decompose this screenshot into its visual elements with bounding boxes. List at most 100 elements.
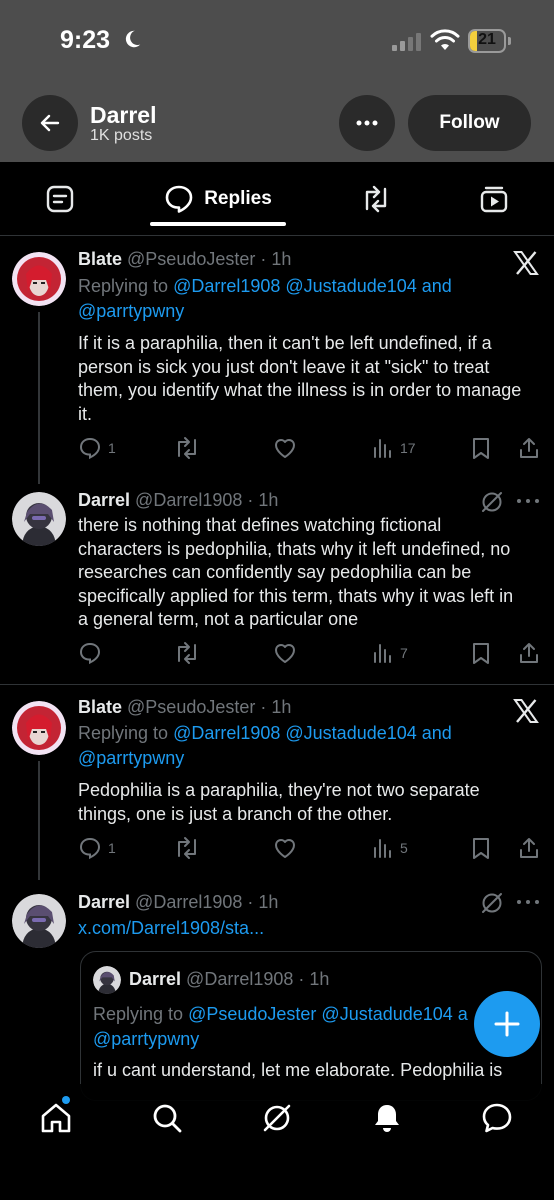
repost-button[interactable] bbox=[174, 836, 200, 860]
reply-mention[interactable]: @parrtypwny bbox=[78, 301, 184, 321]
author-name[interactable]: Darrel bbox=[78, 490, 130, 510]
compose-button[interactable] bbox=[474, 991, 540, 1057]
quote-reply-mentions[interactable]: @PseudoJester @Justadude104 a bbox=[188, 1004, 468, 1024]
post-header: Blate @PseudoJester · 1h bbox=[78, 249, 291, 270]
like-button[interactable] bbox=[273, 836, 297, 860]
tab-posts[interactable] bbox=[24, 162, 96, 236]
reply-mentions[interactable]: @Darrel1908 @Justadude104 and bbox=[173, 276, 452, 296]
tab-media[interactable] bbox=[458, 162, 530, 236]
post-header: Blate @PseudoJester · 1h bbox=[78, 697, 291, 718]
active-tab-indicator bbox=[150, 222, 286, 226]
grok-icon[interactable] bbox=[480, 891, 504, 915]
tab-replies-label: Replies bbox=[204, 188, 272, 209]
share-button[interactable] bbox=[517, 436, 541, 460]
post-actions: 1 17 bbox=[0, 436, 554, 460]
reply-mentions[interactable]: @Darrel1908 @Justadude104 and bbox=[173, 723, 452, 743]
bookmark-icon bbox=[473, 643, 489, 664]
reply-icon bbox=[79, 837, 101, 860]
moon-icon bbox=[125, 30, 141, 48]
replying-to: Replying to @Darrel1908 @Justadude104 an… bbox=[78, 723, 452, 768]
post-actions: 7 bbox=[0, 641, 554, 665]
like-button[interactable] bbox=[273, 436, 297, 460]
more-options-button[interactable] bbox=[339, 95, 395, 151]
nav-notifications[interactable] bbox=[367, 1098, 407, 1138]
quote-replying-to: Replying to @PseudoJester @Justadude104 … bbox=[93, 1004, 468, 1049]
follow-button[interactable]: Follow bbox=[408, 95, 531, 151]
back-button[interactable] bbox=[22, 95, 78, 151]
views-icon bbox=[374, 839, 391, 858]
share-button[interactable] bbox=[517, 836, 541, 860]
avatar[interactable] bbox=[12, 701, 66, 755]
views-button[interactable]: 7 bbox=[372, 641, 408, 665]
quote-header: Darrel @Darrel1908 · 1h bbox=[129, 969, 329, 990]
repost-button[interactable] bbox=[174, 436, 200, 460]
author-name[interactable]: Blate bbox=[78, 249, 122, 269]
reply-icon bbox=[79, 642, 101, 665]
reply-icon bbox=[79, 437, 101, 460]
media-icon bbox=[480, 186, 508, 213]
notifications-icon bbox=[375, 1105, 399, 1132]
nav-grok[interactable] bbox=[257, 1098, 297, 1138]
post-link[interactable]: x.com/Darrel1908/sta... bbox=[78, 918, 264, 938]
x-logo-icon[interactable] bbox=[513, 250, 539, 276]
author-handle[interactable]: @Darrel1908 · 1h bbox=[135, 892, 278, 912]
nav-home[interactable] bbox=[36, 1096, 76, 1138]
nav-messages[interactable] bbox=[477, 1098, 517, 1138]
bottom-navigation bbox=[0, 1084, 554, 1200]
avatar[interactable] bbox=[12, 252, 66, 306]
wifi-icon bbox=[430, 29, 460, 50]
view-count: 5 bbox=[400, 840, 408, 856]
posts-icon bbox=[46, 185, 74, 213]
more-horizontal-icon[interactable] bbox=[516, 899, 540, 905]
avatar[interactable] bbox=[12, 894, 66, 948]
reply-button[interactable]: 1 bbox=[78, 836, 116, 860]
quoted-post[interactable]: Darrel @Darrel1908 · 1h Replying to @Pse… bbox=[80, 951, 542, 1101]
quote-avatar[interactable] bbox=[93, 966, 121, 994]
reply-post[interactable]: Darrel @Darrel1908 · 1h there is nothing… bbox=[0, 484, 554, 684]
search-icon bbox=[153, 1104, 182, 1133]
author-name[interactable]: Blate bbox=[78, 697, 122, 717]
nav-search[interactable] bbox=[147, 1098, 187, 1138]
repost-icon bbox=[178, 837, 196, 859]
grok-icon[interactable] bbox=[480, 490, 504, 514]
grok-icon bbox=[263, 1104, 291, 1132]
bookmark-icon bbox=[473, 838, 489, 859]
x-logo-icon[interactable] bbox=[513, 698, 539, 724]
author-name[interactable]: Darrel bbox=[78, 892, 130, 912]
notification-dot bbox=[62, 1096, 70, 1104]
profile-tabs: Replies bbox=[0, 162, 554, 236]
reply-post[interactable]: Blate @PseudoJester · 1h Replying to @Da… bbox=[0, 685, 554, 880]
bookmark-button[interactable] bbox=[470, 836, 492, 860]
author-handle[interactable]: @Darrel1908 · 1h bbox=[135, 490, 278, 510]
bookmark-button[interactable] bbox=[470, 436, 492, 460]
repost-button[interactable] bbox=[174, 641, 200, 665]
messages-icon bbox=[482, 1103, 512, 1133]
views-button[interactable]: 17 bbox=[372, 436, 416, 460]
reply-post[interactable]: Blate @PseudoJester · 1h Replying to @Da… bbox=[0, 236, 554, 484]
views-button[interactable]: 5 bbox=[372, 836, 408, 860]
quote-author-handle: @Darrel1908 · 1h bbox=[186, 969, 330, 989]
cellular-signal-icon bbox=[392, 33, 421, 51]
post-header: Darrel @Darrel1908 · 1h bbox=[78, 892, 278, 913]
bookmark-icon bbox=[473, 438, 489, 459]
reply-button[interactable] bbox=[78, 641, 102, 665]
avatar[interactable] bbox=[12, 492, 66, 546]
quote-reply-mention[interactable]: @parrtypwny bbox=[93, 1029, 199, 1049]
bookmark-button[interactable] bbox=[470, 641, 492, 665]
repost-icon bbox=[178, 642, 196, 664]
author-handle[interactable]: @PseudoJester · 1h bbox=[127, 249, 291, 269]
like-button[interactable] bbox=[273, 641, 297, 665]
reply-mention[interactable]: @parrtypwny bbox=[78, 748, 184, 768]
thread-line bbox=[38, 761, 40, 880]
view-count: 17 bbox=[400, 440, 416, 456]
post-text: there is nothing that defines watching f… bbox=[78, 515, 514, 629]
more-horizontal-icon[interactable] bbox=[516, 498, 540, 504]
author-handle[interactable]: @PseudoJester · 1h bbox=[127, 697, 291, 717]
profile-post-count: 1K posts bbox=[90, 127, 153, 144]
view-count: 7 bbox=[400, 645, 408, 661]
tab-reposts[interactable] bbox=[340, 162, 412, 236]
share-button[interactable] bbox=[517, 641, 541, 665]
reply-button[interactable]: 1 bbox=[78, 436, 116, 460]
reply-count: 1 bbox=[108, 440, 116, 456]
battery-indicator: 21 bbox=[468, 29, 512, 53]
